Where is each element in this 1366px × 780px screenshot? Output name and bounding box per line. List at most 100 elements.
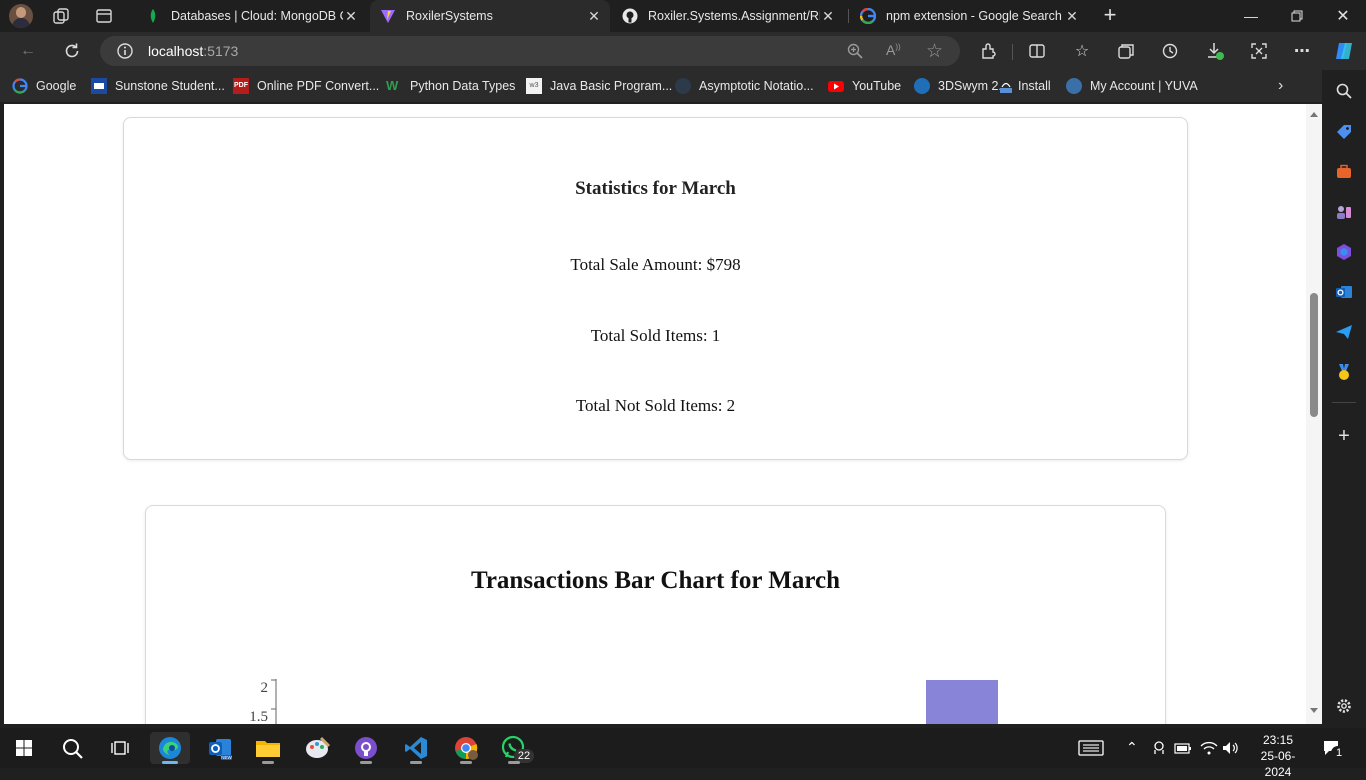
refresh-icon[interactable] — [60, 39, 84, 63]
tab-strip: Databases | Cloud: MongoDB Clo ✕ Roxiler… — [0, 0, 1366, 32]
scroll-up-arrow-icon[interactable] — [1310, 112, 1318, 117]
minimize-button[interactable]: — — [1228, 0, 1274, 32]
close-icon[interactable]: ✕ — [1064, 8, 1080, 24]
bookmark-youtube[interactable]: YouTube — [828, 78, 901, 94]
add-icon[interactable]: + — [1332, 424, 1356, 448]
taskbar-file-explorer[interactable] — [248, 732, 288, 764]
url-port: :5173 — [203, 43, 239, 59]
history-icon[interactable] — [1158, 39, 1182, 63]
google-icon — [859, 7, 877, 25]
taskbar-outlook[interactable]: NEW — [200, 732, 240, 764]
page-viewport: Statistics for March Total Sale Amount: … — [4, 104, 1322, 724]
bookmark-google[interactable]: Google — [12, 78, 76, 94]
copilot-app-icon[interactable] — [1332, 240, 1356, 264]
send-icon[interactable] — [1332, 320, 1356, 344]
page-scrollbar[interactable] — [1306, 104, 1322, 724]
vite-icon — [380, 8, 396, 24]
bookmark-3dswym[interactable]: 3DSwym 2. — [914, 78, 1002, 94]
mongodb-leaf-icon — [145, 8, 161, 24]
more-menu-icon[interactable]: ⋯ — [1290, 39, 1314, 63]
wifi-icon[interactable] — [1200, 740, 1218, 756]
install-icon — [999, 78, 1013, 94]
tools-briefcase-icon[interactable] — [1332, 160, 1356, 184]
yuva-icon — [1066, 78, 1082, 94]
collections-icon[interactable] — [1114, 39, 1138, 63]
rewards-medal-icon[interactable] — [1332, 360, 1356, 384]
tab-title: Databases | Cloud: MongoDB Clo — [171, 9, 343, 23]
close-window-button[interactable]: ✕ — [1320, 0, 1366, 32]
bookmark-label: Sunstone Student... — [115, 79, 225, 93]
outlook-icon[interactable] — [1332, 280, 1356, 304]
taskbar-edge[interactable] — [150, 732, 190, 764]
taskbar-chrome[interactable] — [446, 732, 486, 764]
address-bar[interactable]: localhost:5173 A)) ☆ — [100, 36, 960, 66]
url-text[interactable]: localhost:5173 — [148, 43, 238, 59]
task-view-icon[interactable] — [100, 732, 140, 764]
bookmark-java[interactable]: w3 Java Basic Program... — [526, 78, 672, 94]
bar-chart-card: Transactions Bar Chart for March 2 1.5 — [145, 505, 1166, 724]
split-screen-icon[interactable] — [1025, 39, 1049, 63]
site-info-icon[interactable] — [116, 42, 134, 60]
downloads-icon[interactable] — [1203, 39, 1227, 63]
taskbar-clock[interactable]: 23:15 25-06-2024 — [1248, 732, 1308, 780]
bookmark-pdf[interactable]: PDF Online PDF Convert... — [233, 78, 379, 94]
browser-toolbar: ← localhost:5173 A)) ☆ ☆ ⋯ — [0, 32, 1366, 70]
chevron-right-icon[interactable]: › — [1278, 77, 1294, 95]
games-icon[interactable] — [1332, 200, 1356, 224]
notification-icon[interactable]: 1 — [1322, 739, 1347, 760]
tab-roxilersystems[interactable]: RoxilerSystems ✕ — [370, 0, 610, 32]
youtube-icon — [828, 78, 844, 94]
statistics-card: Statistics for March Total Sale Amount: … — [123, 117, 1188, 460]
back-arrow-icon[interactable]: ← — [16, 39, 40, 63]
taskbar-vscode[interactable] — [396, 732, 436, 764]
tab-google-search[interactable]: npm extension - Google Search ✕ — [850, 0, 1088, 32]
bookmark-sunstone[interactable]: Sunstone Student... — [91, 78, 225, 94]
read-aloud-icon[interactable]: A)) — [886, 42, 906, 60]
y-tick-label: 1.5 — [249, 709, 268, 724]
taskbar-github-desktop[interactable] — [346, 732, 386, 764]
edge-sidebar: + — [1322, 70, 1366, 728]
scroll-thumb[interactable] — [1310, 293, 1318, 417]
favorites-icon[interactable]: ☆ — [1070, 39, 1094, 63]
scroll-down-arrow-icon[interactable] — [1310, 708, 1318, 713]
tab-title: Roxiler.Systems.Assignment/REA — [648, 9, 820, 23]
taskbar-whatsapp[interactable]: 22 — [494, 732, 534, 764]
meet-now-icon[interactable] — [1152, 740, 1168, 756]
widget-icon[interactable] — [1078, 740, 1104, 756]
shopping-tag-icon[interactable] — [1332, 120, 1356, 144]
bookmark-install[interactable]: Install — [999, 78, 1051, 94]
pdf-icon: PDF — [233, 78, 249, 94]
bookmarks-bar: Google Sunstone Student... PDF Online PD… — [0, 70, 1366, 102]
search-icon[interactable] — [1332, 79, 1356, 103]
zoom-icon[interactable] — [846, 42, 864, 60]
windows-start-icon[interactable] — [4, 732, 44, 764]
extensions-icon[interactable] — [977, 39, 1001, 63]
screenshot-icon[interactable] — [1247, 39, 1271, 63]
taskbar-paint[interactable] — [298, 732, 338, 764]
bookmark-asymptotic[interactable]: Asymptotic Notatio... — [675, 78, 814, 94]
y-tick-label: 2 — [261, 680, 269, 696]
chevron-up-icon[interactable]: ⌃ — [1126, 739, 1142, 755]
copilot-icon[interactable] — [1332, 39, 1356, 63]
sunstone-icon — [91, 78, 107, 94]
bookmark-yuva[interactable]: My Account | YUVA — [1066, 78, 1198, 94]
vertical-tabs-icon[interactable] — [95, 7, 113, 25]
new-tab-button[interactable]: + — [1098, 4, 1122, 28]
close-icon[interactable]: ✕ — [343, 8, 359, 24]
settings-gear-icon[interactable] — [1332, 694, 1356, 718]
close-icon[interactable]: ✕ — [820, 8, 836, 24]
bookmark-python[interactable]: W Python Data Types — [386, 78, 515, 94]
tab-mongodb[interactable]: Databases | Cloud: MongoDB Clo ✕ — [135, 0, 367, 32]
volume-icon[interactable] — [1222, 740, 1240, 756]
search-icon[interactable] — [52, 732, 92, 764]
tab-github[interactable]: Roxiler.Systems.Assignment/REA ✕ — [612, 0, 844, 32]
favorite-star-icon[interactable]: ☆ — [926, 40, 946, 62]
restore-button[interactable] — [1274, 0, 1320, 32]
profile-avatar[interactable] — [9, 4, 33, 28]
workspaces-icon[interactable] — [52, 7, 70, 25]
close-icon[interactable]: ✕ — [586, 8, 602, 24]
bookmark-label: Google — [36, 79, 77, 93]
battery-icon[interactable] — [1174, 741, 1192, 755]
google-icon — [12, 78, 28, 94]
bookmark-label: Python Data Types — [410, 79, 516, 93]
